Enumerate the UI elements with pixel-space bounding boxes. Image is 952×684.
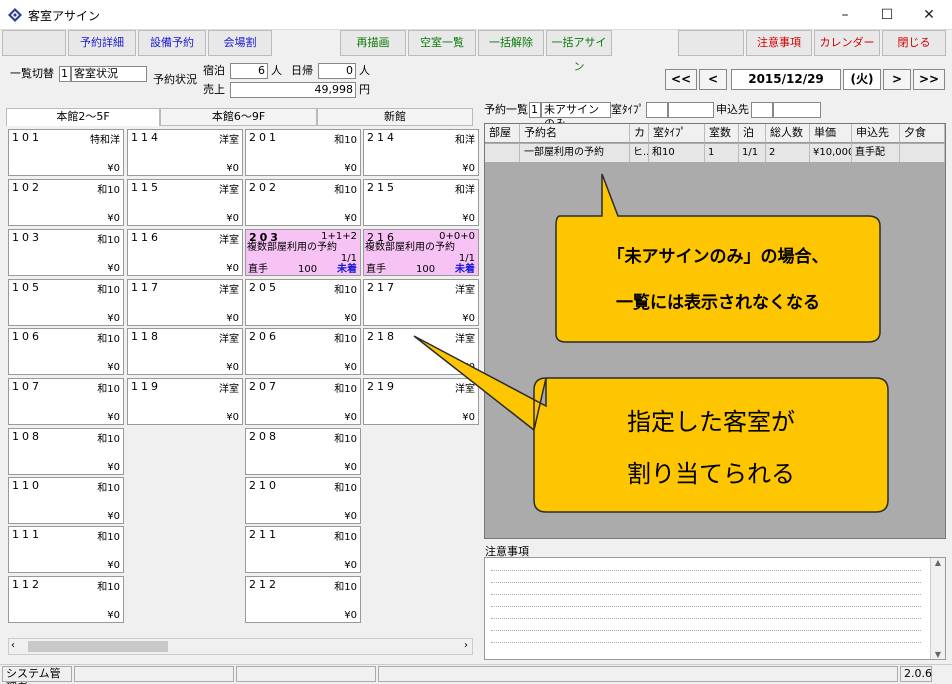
callout-shapes (413, 173, 889, 513)
status-panel-3 (236, 666, 376, 682)
status-user: システム管理者 (2, 666, 72, 684)
status-panel-2 (74, 666, 234, 682)
callout-top-text: 「未アサインのみ」の場合、 一覧には表示されなくなる (556, 236, 880, 332)
status-panel-4 (378, 666, 898, 682)
status-version: 2.0.6 (900, 666, 932, 682)
callout-top-line2: 一覧には表示されなくなる (616, 293, 820, 313)
callout-bottom-text: 指定した客室が 割り当てられる (534, 400, 888, 500)
callout-bottom-line1: 指定した客室が (627, 408, 795, 436)
callout-bottom-line2: 割り当てられる (627, 460, 795, 488)
callout-top-line1: 「未アサインのみ」の場合、 (607, 247, 829, 267)
